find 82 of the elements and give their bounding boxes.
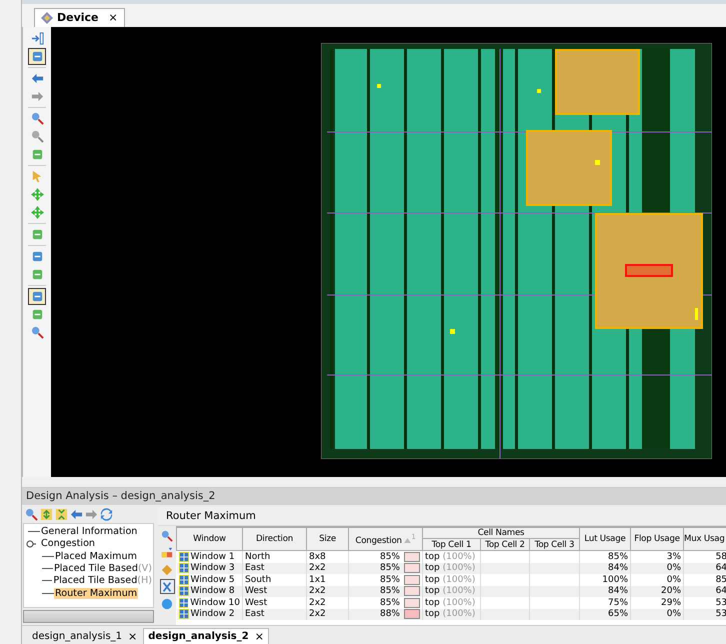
tree-item[interactable]: Congestion xyxy=(40,538,96,550)
grid-icon xyxy=(178,563,188,574)
window-name: Window 5 xyxy=(190,574,235,585)
congestion-value: 85% xyxy=(380,586,400,596)
table-cell: 53 xyxy=(684,608,726,620)
expand-cross-icon xyxy=(30,188,44,201)
tool-button[interactable] xyxy=(160,528,174,544)
column-header[interactable]: Top Cell 3 xyxy=(530,538,580,551)
column-header[interactable]: Top Cell 1 xyxy=(422,538,480,551)
panel-tab[interactable]: design_analysis_1 × xyxy=(28,629,142,644)
chip-icon xyxy=(41,12,53,24)
zoom-in-icon xyxy=(30,112,44,125)
forward-arrow-icon[interactable] xyxy=(85,508,98,521)
table-cell: top (100%) xyxy=(422,608,480,620)
window-name: Window 8 xyxy=(190,586,235,596)
grid-icon xyxy=(178,574,188,585)
collapse-icon xyxy=(30,32,44,45)
diamond-icon xyxy=(161,564,173,576)
forward-arrow-icon xyxy=(30,90,44,103)
column-header[interactable]: Mux Usag xyxy=(684,528,726,551)
table-cell: 2x2 xyxy=(306,562,348,574)
tree-toggle-icon[interactable] xyxy=(25,538,37,549)
window-name: Window 2 xyxy=(190,609,235,620)
congestion-value: 85% xyxy=(380,598,400,608)
congestion-value: 88% xyxy=(380,609,400,620)
column-header[interactable]: Flop Usage xyxy=(630,528,684,551)
zoom-out-icon xyxy=(30,130,44,143)
table-cell: 0% xyxy=(630,562,684,574)
window-name: Window 3 xyxy=(190,563,235,574)
table-cell: 20% xyxy=(630,586,684,598)
panel-tab[interactable]: design_analysis_2 × xyxy=(143,628,269,644)
device-tab[interactable]: Device × xyxy=(34,8,125,27)
congestion-value: 85% xyxy=(380,574,400,585)
gradient-icon xyxy=(161,546,173,559)
table-cell: East xyxy=(242,608,306,620)
close-icon[interactable]: × xyxy=(254,630,264,644)
grid-icon xyxy=(178,609,188,620)
table-cell: top (100%) xyxy=(422,586,480,598)
search-icon[interactable] xyxy=(25,508,38,521)
panel-title: Design Analysis – design_analysis_2 xyxy=(22,488,726,506)
congestion-value: 85% xyxy=(380,563,400,574)
column-group-header: Cell Names xyxy=(422,528,580,539)
back-arrow-icon[interactable] xyxy=(70,508,83,521)
table-cell: 0% xyxy=(630,608,684,620)
refresh-icon[interactable] xyxy=(100,508,113,521)
grid-icon xyxy=(178,586,188,596)
table-cell: 2x2 xyxy=(306,608,348,620)
column-header[interactable]: Lut Usage xyxy=(580,528,631,551)
congestion-value: 85% xyxy=(380,552,400,562)
toolbar-button[interactable] xyxy=(28,288,46,305)
table-cell: 84% xyxy=(580,562,631,574)
window-name: Window 10 xyxy=(190,598,240,608)
close-icon[interactable]: × xyxy=(128,630,138,644)
tree-item[interactable]: Placed Tile Based(V) xyxy=(52,563,153,574)
tool-button[interactable] xyxy=(160,545,174,560)
search-icon xyxy=(161,530,173,542)
close-icon[interactable]: × xyxy=(108,11,118,24)
back-arrow-icon xyxy=(30,72,44,85)
tree-item[interactable]: Placed Tile Based(H) xyxy=(52,575,153,586)
horizontal-scrollbar[interactable] xyxy=(23,610,154,624)
table-cell: East xyxy=(242,562,306,574)
column-header[interactable]: Direction xyxy=(242,528,306,551)
tree-item[interactable]: General Information xyxy=(40,526,138,537)
window-name: Window 1 xyxy=(190,552,235,562)
tree-item[interactable]: Placed Maximum xyxy=(54,550,138,562)
sort-arrow-icon xyxy=(404,538,412,543)
expand-all-icon[interactable] xyxy=(40,508,53,521)
tool-button[interactable] xyxy=(160,579,174,594)
grid-icon xyxy=(178,598,188,608)
table-cell: 65% xyxy=(580,608,631,620)
select-arrow-icon xyxy=(30,170,44,183)
table-cell: top (100%) xyxy=(422,562,480,574)
toolbar-button[interactable] xyxy=(28,48,46,65)
table-cell: West xyxy=(242,586,306,598)
table-cell: 84% xyxy=(580,586,631,598)
column-header[interactable]: Size xyxy=(306,528,348,551)
tree-item[interactable]: Router Maximum xyxy=(54,588,138,599)
table-cell: 2x2 xyxy=(306,586,348,598)
column-header[interactable]: Window xyxy=(176,528,242,551)
grid-icon xyxy=(178,552,188,562)
column-header[interactable]: Top Cell 2 xyxy=(480,538,530,551)
collapse-all-icon[interactable] xyxy=(55,508,68,521)
